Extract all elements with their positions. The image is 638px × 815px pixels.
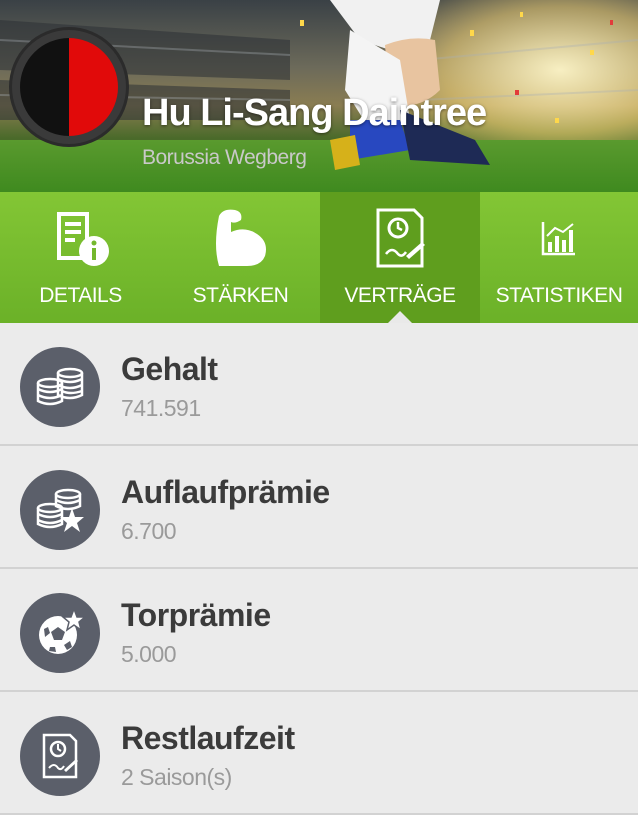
tab-staerken[interactable]: STÄRKEN [161, 192, 320, 323]
coins-icon [36, 367, 84, 406]
document-info-icon [56, 212, 109, 266]
list-item-torpraemie[interactable]: Torprämie 5.000 [0, 569, 638, 692]
ball-star-icon [39, 607, 86, 654]
item-title: Restlaufzeit [121, 720, 295, 756]
tab-details[interactable]: DETAILS [0, 192, 161, 323]
flexed-bicep-icon [215, 209, 266, 266]
contract-clock-icon [42, 733, 78, 779]
item-value: 5.000 [121, 641, 177, 667]
celebrating-player-image [330, 0, 490, 170]
player-name: Hu Li-Sang Daintree [142, 92, 487, 134]
tab-staerken-label: STÄRKEN [192, 284, 289, 307]
list-item-gehalt[interactable]: Gehalt 741.591 [0, 323, 638, 446]
item-value: 741.591 [121, 395, 201, 421]
player-header: Hu Li-Sang Daintree Borussia Wegberg [0, 0, 638, 192]
list-item-restlaufzeit[interactable]: Restlaufzeit 2 Saison(s) [0, 692, 638, 815]
tab-statistiken-label: STATISTIKEN [495, 284, 623, 307]
contract-clock-icon [376, 208, 425, 268]
icon-circle [20, 470, 100, 550]
contract-list: Gehalt 741.591 Auflaufprämie 6.700 Torpr… [0, 323, 638, 815]
item-value: 6.700 [121, 518, 177, 544]
icon-circle [20, 716, 100, 796]
club-crest [12, 30, 126, 144]
item-title: Auflaufprämie [121, 474, 330, 510]
icon-circle [20, 593, 100, 673]
tab-bar: DETAILS STÄRKEN VERTRÄGE STATISTIKEN [0, 192, 638, 323]
item-title: Torprämie [121, 597, 271, 633]
club-name: Borussia Wegberg [142, 146, 307, 169]
tab-details-label: DETAILS [39, 284, 122, 307]
item-title: Gehalt [121, 351, 218, 387]
bar-chart-icon [541, 222, 575, 256]
item-value: 2 Saison(s) [121, 764, 232, 790]
icon-circle [20, 347, 100, 427]
tab-vertraege[interactable]: VERTRÄGE [320, 192, 480, 323]
tab-vertraege-label: VERTRÄGE [344, 284, 456, 307]
list-item-auflaufpraemie[interactable]: Auflaufprämie 6.700 [0, 446, 638, 569]
tab-statistiken[interactable]: STATISTIKEN [480, 192, 638, 323]
coins-star-icon [36, 488, 84, 532]
